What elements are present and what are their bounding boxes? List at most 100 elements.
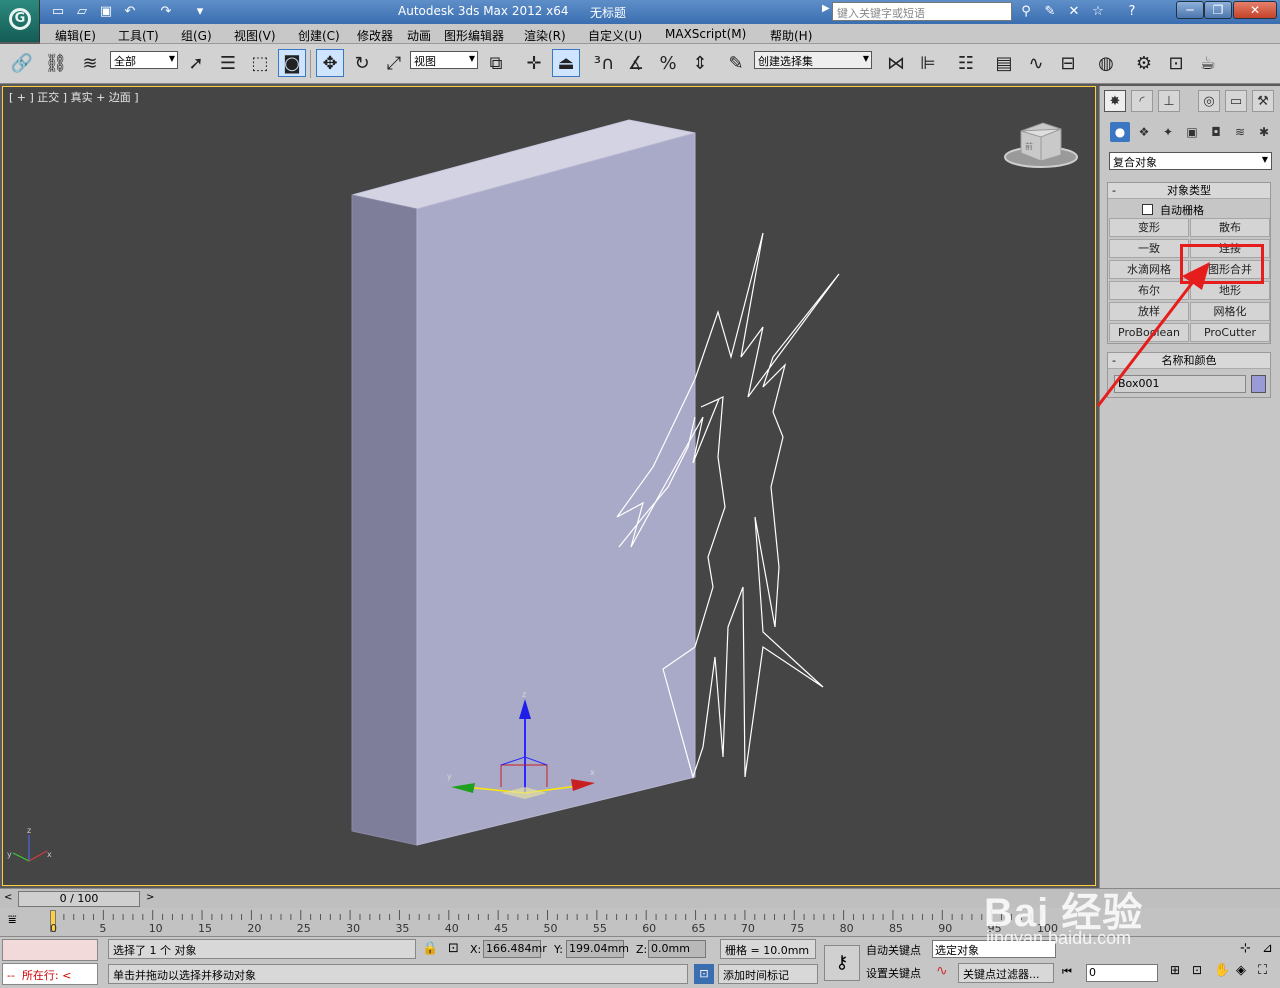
save-icon[interactable]: ▣: [96, 3, 116, 21]
search-arrow-icon[interactable]: ▶: [822, 3, 830, 14]
menu-maxscript[interactable]: MAXScript(M): [665, 27, 746, 41]
redo-icon[interactable]: ↷: [156, 3, 176, 21]
mirror-icon[interactable]: ⋈: [882, 49, 910, 77]
schematic-view-icon[interactable]: ⊟: [1054, 49, 1082, 77]
undo-icon[interactable]: ↶: [120, 3, 140, 21]
snaps-toggle-icon[interactable]: ³∩: [590, 49, 618, 77]
render-setup-icon[interactable]: ⚙: [1130, 49, 1158, 77]
keyboard-shortcut-override-icon[interactable]: ⏏: [552, 49, 580, 77]
key-tangent-icon[interactable]: ∿: [936, 963, 948, 979]
current-frame-field[interactable]: 0: [1086, 964, 1158, 982]
pan-view-icon[interactable]: ✋: [1214, 963, 1230, 978]
viewcube[interactable]: 前: [1004, 122, 1078, 168]
modify-tab-icon[interactable]: ◜: [1131, 90, 1153, 112]
category-dropdown[interactable]: 复合对象: [1109, 152, 1272, 170]
menu-help[interactable]: 帮助(H): [770, 27, 812, 44]
menu-group[interactable]: 组(G): [181, 27, 212, 44]
selection-lock-icon[interactable]: 🔒: [422, 941, 438, 956]
maximize-viewport-icon[interactable]: ⛶: [1258, 963, 1267, 978]
favorites-star-icon[interactable]: ☆: [1088, 3, 1108, 21]
select-and-rotate-icon[interactable]: ↻: [348, 49, 376, 77]
z-coordinate-field[interactable]: 0.0mm: [648, 940, 706, 958]
go-to-start-icon[interactable]: ⏮: [1062, 965, 1072, 979]
select-object-icon[interactable]: ➚: [182, 49, 210, 77]
set-key-icon[interactable]: ⚷: [824, 945, 860, 981]
time-config-icon[interactable]: ⊞: [1170, 963, 1180, 977]
add-time-tag[interactable]: 添加时间标记: [718, 964, 818, 984]
help-icon[interactable]: ?: [1122, 3, 1142, 21]
select-and-link-icon[interactable]: 🔗: [8, 49, 36, 77]
menu-views[interactable]: 视图(V): [234, 27, 276, 44]
close-button[interactable]: ✕: [1233, 1, 1277, 19]
key-filters-button[interactable]: 关键点过滤器...: [958, 963, 1054, 983]
object-type-rollout-header[interactable]: - 对象类型: [1108, 183, 1270, 199]
select-and-move-icon[interactable]: ✥: [316, 49, 344, 77]
minimize-button[interactable]: ─: [1176, 1, 1204, 19]
select-and-scale-icon[interactable]: ⤢: [380, 49, 408, 77]
curve-editor-icon[interactable]: ∿: [1022, 49, 1050, 77]
align-icon[interactable]: ⊫: [914, 49, 942, 77]
auto-key-button[interactable]: 自动关键点: [866, 942, 921, 958]
menu-rendering[interactable]: 渲染(R): [524, 27, 566, 44]
new-file-icon[interactable]: ▭: [48, 3, 68, 21]
absolute-mode-transform-icon[interactable]: ⊡: [448, 941, 459, 956]
space-warps-category-icon[interactable]: ≋: [1230, 122, 1250, 142]
rectangular-selection-icon[interactable]: ⬚: [246, 49, 274, 77]
zoom-extents-icon[interactable]: ⊡: [1192, 963, 1202, 977]
scatter-button[interactable]: 散布: [1190, 218, 1270, 237]
time-prev-icon[interactable]: <: [4, 892, 12, 903]
time-slider-thumb[interactable]: 0 / 100: [18, 891, 140, 907]
set-key-button[interactable]: 设置关键点: [866, 965, 921, 981]
y-coordinate-field[interactable]: 199.04mm: [566, 940, 629, 958]
restore-button[interactable]: ❐: [1204, 1, 1232, 19]
select-by-name-icon[interactable]: ☰: [214, 49, 242, 77]
helpers-category-icon[interactable]: ◘: [1206, 122, 1226, 142]
subscription-icon[interactable]: ✕: [1064, 3, 1084, 21]
app-menu-button[interactable]: G: [0, 0, 40, 42]
named-selection-select[interactable]: 创建选择集: [754, 51, 872, 69]
orbit-icon[interactable]: ◈: [1236, 963, 1246, 978]
menu-create[interactable]: 创建(C): [298, 27, 340, 44]
shapes-category-icon[interactable]: ❖: [1134, 122, 1154, 142]
hierarchy-tab-icon[interactable]: ⊥: [1158, 90, 1180, 112]
spinner-snap-icon[interactable]: ⇕: [686, 49, 714, 77]
conform-button[interactable]: 一致: [1109, 239, 1189, 258]
quick-access-dropdown-icon[interactable]: ▾: [190, 3, 210, 21]
maxscript-listener-line[interactable]: -- 所在行: <: [2, 963, 98, 985]
material-editor-icon[interactable]: ◍: [1092, 49, 1120, 77]
menu-edit[interactable]: 编辑(E): [55, 27, 96, 44]
create-tab-icon[interactable]: ✸: [1104, 90, 1126, 112]
menu-graph-editors[interactable]: 图形编辑器: [444, 27, 504, 44]
edit-named-selection-icon[interactable]: ✎: [722, 49, 750, 77]
object-color-swatch[interactable]: [1251, 375, 1266, 393]
box-object[interactable]: [351, 119, 696, 846]
graphite-ribbon-icon[interactable]: ▤: [990, 49, 1018, 77]
open-mini-curve-editor-icon[interactable]: ⩸: [8, 912, 36, 932]
search-input[interactable]: 键入关键字或短语: [832, 2, 1012, 21]
window-crossing-icon[interactable]: ◙: [278, 49, 306, 77]
binoculars-icon[interactable]: ⚲: [1016, 3, 1036, 21]
rendered-frame-window-icon[interactable]: ⊡: [1162, 49, 1190, 77]
utilities-tab-icon[interactable]: ⚒: [1252, 90, 1274, 112]
open-folder-icon[interactable]: ▱: [72, 3, 92, 21]
perspective-viewport[interactable]: [ + ] 正交 ] 真实 + 边面 ] z y x z y x 前: [2, 86, 1096, 886]
render-production-icon[interactable]: ☕: [1194, 49, 1222, 77]
add-time-tag-icon[interactable]: ⊡: [694, 964, 714, 984]
pivot-center-icon[interactable]: ⧉: [482, 49, 510, 77]
time-next-icon[interactable]: >: [146, 892, 154, 903]
motion-tab-icon[interactable]: ◎: [1198, 90, 1220, 112]
menu-customize[interactable]: 自定义(U): [588, 27, 642, 44]
autogrid-checkbox[interactable]: [1142, 204, 1153, 215]
menu-tools[interactable]: 工具(T): [118, 27, 159, 44]
menu-animation[interactable]: 动画: [407, 27, 431, 44]
geometry-category-icon[interactable]: ●: [1110, 122, 1130, 142]
communication-center-icon[interactable]: ✎: [1040, 3, 1060, 21]
unlink-icon[interactable]: ⛓: [42, 49, 70, 77]
bind-space-warp-icon[interactable]: ≋: [76, 49, 104, 77]
display-tab-icon[interactable]: ▭: [1225, 90, 1247, 112]
morph-button[interactable]: 变形: [1109, 218, 1189, 237]
maxscript-mini-listener[interactable]: [2, 939, 98, 961]
selection-filter-select[interactable]: 全部: [110, 51, 178, 69]
percent-snap-icon[interactable]: %: [654, 49, 682, 77]
x-coordinate-field[interactable]: 166.484mr: [483, 940, 547, 958]
